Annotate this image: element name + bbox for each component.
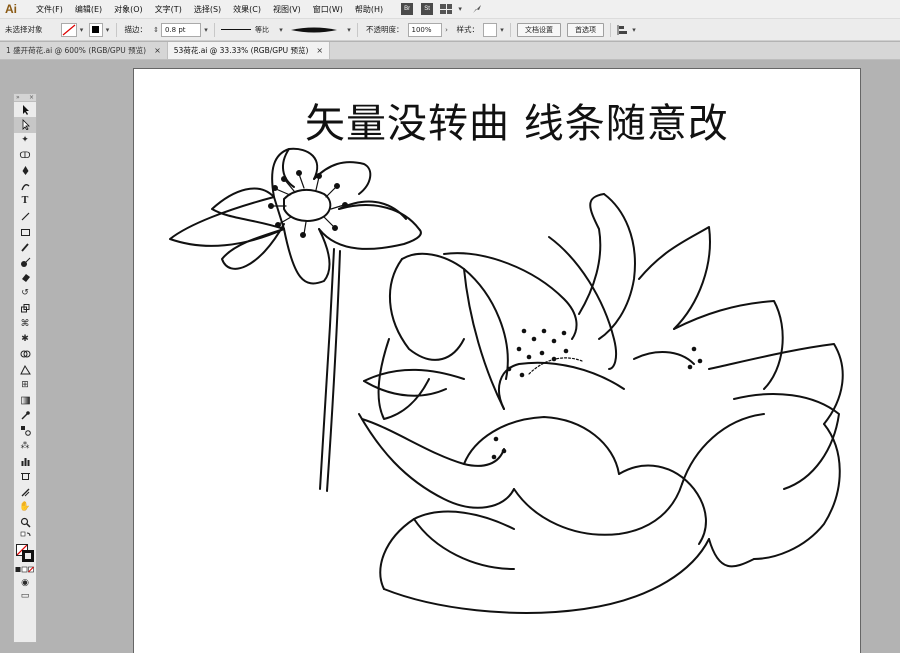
stroke-color-icon	[92, 26, 99, 33]
style-label: 样式：	[456, 25, 480, 34]
stroke-label[interactable]: 描边：	[120, 24, 152, 35]
align-icon[interactable]	[617, 24, 629, 36]
stroke-stepper-icon[interactable]: ⇕	[151, 26, 161, 34]
stroke-weight-dropdown-icon[interactable]: ▾	[201, 26, 211, 34]
menu-select[interactable]: 选择(S)	[188, 4, 227, 15]
artboard[interactable]: 矢量没转曲 线条随意改	[133, 68, 861, 653]
stock-button[interactable]: St	[421, 3, 434, 15]
close-icon[interactable]: ×	[154, 46, 161, 55]
artboard-tool-icon[interactable]	[14, 469, 36, 484]
gradient-tool-icon[interactable]	[14, 393, 36, 408]
selection-status: 未选择对象	[5, 25, 43, 34]
opacity-input[interactable]: 100%	[407, 22, 442, 37]
stroke-dropdown-icon[interactable]: ▾	[103, 26, 113, 34]
brush-definition[interactable]	[286, 23, 344, 37]
tab-label: 1 盛开荷花.ai @ 600% (RGB/GPU 预览)	[6, 46, 147, 55]
shape-builder-tool-icon[interactable]	[14, 347, 36, 362]
menu-file[interactable]: 文件(F)	[30, 4, 69, 15]
magic-wand-tool-icon[interactable]: ✦	[14, 133, 36, 148]
menu-window[interactable]: 窗口(W)	[307, 4, 349, 15]
line-tool-icon[interactable]	[14, 209, 36, 224]
eyedropper-tool-icon[interactable]	[14, 408, 36, 423]
scale-tool-icon[interactable]	[14, 301, 36, 316]
bridge-button[interactable]: Br	[401, 3, 414, 15]
menu-edit[interactable]: 编辑(E)	[69, 4, 108, 15]
puppet-warp-tool-icon[interactable]: ✱	[14, 331, 36, 346]
mesh-tool-icon[interactable]: ⊞	[14, 377, 36, 392]
panel-close-icon[interactable]: ×	[29, 94, 34, 101]
menu-type[interactable]: 文字(T)	[149, 4, 188, 15]
document-tabs: 1 盛开荷花.ai @ 600% (RGB/GPU 预览) × 53荷花.ai …	[0, 42, 900, 60]
collapse-icon[interactable]: »	[16, 94, 20, 101]
profile-dropdown-icon[interactable]: ▾	[276, 26, 286, 34]
tab-document-1[interactable]: 1 盛开荷花.ai @ 600% (RGB/GPU 预览) ×	[0, 42, 168, 59]
rotate-tool-icon[interactable]: ↺	[14, 286, 36, 301]
width-tool-icon[interactable]: ⌘	[14, 316, 36, 331]
tab-document-2[interactable]: 53荷花.ai @ 33.33% (RGB/GPU 预览) ×	[167, 42, 331, 59]
menu-bar: Ai 文件(F) 编辑(E) 对象(O) 文字(T) 选择(S) 效果(C) 视…	[0, 0, 900, 19]
close-icon[interactable]: ×	[316, 46, 323, 55]
blend-tool-icon[interactable]	[14, 423, 36, 438]
eraser-tool-icon[interactable]	[14, 270, 36, 285]
column-graph-tool-icon[interactable]	[14, 454, 36, 469]
lasso-tool-icon[interactable]: ↀ	[14, 148, 36, 163]
fill-swatch[interactable]	[60, 22, 77, 37]
lotus-line-art[interactable]	[134, 69, 861, 653]
opacity-dropdown-icon[interactable]: ›	[442, 26, 452, 34]
variable-width-profile[interactable]: 等比	[218, 23, 276, 37]
shaper-tool-icon[interactable]	[14, 255, 36, 270]
align-dropdown-icon[interactable]: ▾	[629, 26, 639, 34]
selection-tool-icon[interactable]	[14, 102, 36, 117]
menu-object[interactable]: 对象(O)	[108, 4, 149, 15]
pen-tool-icon[interactable]	[14, 163, 36, 178]
no-fill-icon	[62, 24, 75, 35]
perspective-grid-tool-icon[interactable]	[14, 362, 36, 377]
arrange-documents-icon[interactable]	[440, 4, 453, 14]
fill-dropdown-icon[interactable]: ▾	[77, 26, 87, 34]
fill-stroke-indicator[interactable]	[14, 542, 36, 564]
stroke-weight-input[interactable]: 0.8 pt	[161, 22, 201, 37]
type-tool-icon[interactable]: T	[14, 194, 36, 209]
opacity-label[interactable]: 不透明度：	[361, 24, 408, 35]
menu-effect[interactable]: 效果(C)	[227, 4, 267, 15]
uniform-line-icon	[221, 28, 251, 31]
gpu-performance-icon[interactable]	[471, 3, 483, 15]
app-logo: Ai	[5, 2, 17, 16]
direct-selection-tool-icon[interactable]	[14, 117, 36, 133]
paintbrush-tool-icon[interactable]	[14, 240, 36, 255]
control-bar: 未选择对象 ▾ ▾ 描边： ⇕ 0.8 pt ▾ 等比 ▾ ▾ 不透明度： 10…	[0, 19, 900, 41]
screen-mode-icon[interactable]: ▭	[14, 589, 36, 602]
slice-tool-icon[interactable]	[14, 484, 36, 499]
stroke-swatch[interactable]	[88, 22, 103, 37]
menu-view[interactable]: 视图(V)	[267, 4, 307, 15]
color-mode-icons[interactable]	[14, 564, 36, 576]
symbol-sprayer-tool-icon[interactable]: ⁂	[14, 439, 36, 454]
rectangle-tool-icon[interactable]	[14, 224, 36, 239]
brush-stroke-icon	[291, 27, 337, 32]
curvature-tool-icon[interactable]	[14, 178, 36, 193]
stroke-color-box[interactable]	[22, 550, 34, 563]
swap-fill-stroke-icon[interactable]	[14, 530, 36, 542]
tab-label: 53荷花.ai @ 33.33% (RGB/GPU 预览)	[173, 46, 309, 55]
brush-dropdown-icon[interactable]: ▾	[344, 26, 354, 34]
chevron-down-icon[interactable]: ▾	[455, 5, 465, 13]
style-dropdown-icon[interactable]: ▾	[497, 26, 507, 34]
draw-mode-icon[interactable]: ◉	[14, 576, 36, 589]
menu-help[interactable]: 帮助(H)	[349, 4, 389, 15]
graphic-style-swatch[interactable]	[483, 22, 497, 37]
zoom-tool-icon[interactable]	[14, 515, 36, 530]
preferences-button[interactable]: 首选项	[567, 22, 604, 37]
tools-panel-header[interactable]: » ×	[14, 94, 36, 102]
document-setup-button[interactable]: 文档设置	[517, 22, 561, 37]
hand-tool-icon[interactable]: ✋	[14, 500, 36, 515]
tools-panel: » × ✦ ↀ T ↺ ⌘ ✱ ⊞ ⁂ ✋ ◉ ▭	[13, 93, 37, 643]
